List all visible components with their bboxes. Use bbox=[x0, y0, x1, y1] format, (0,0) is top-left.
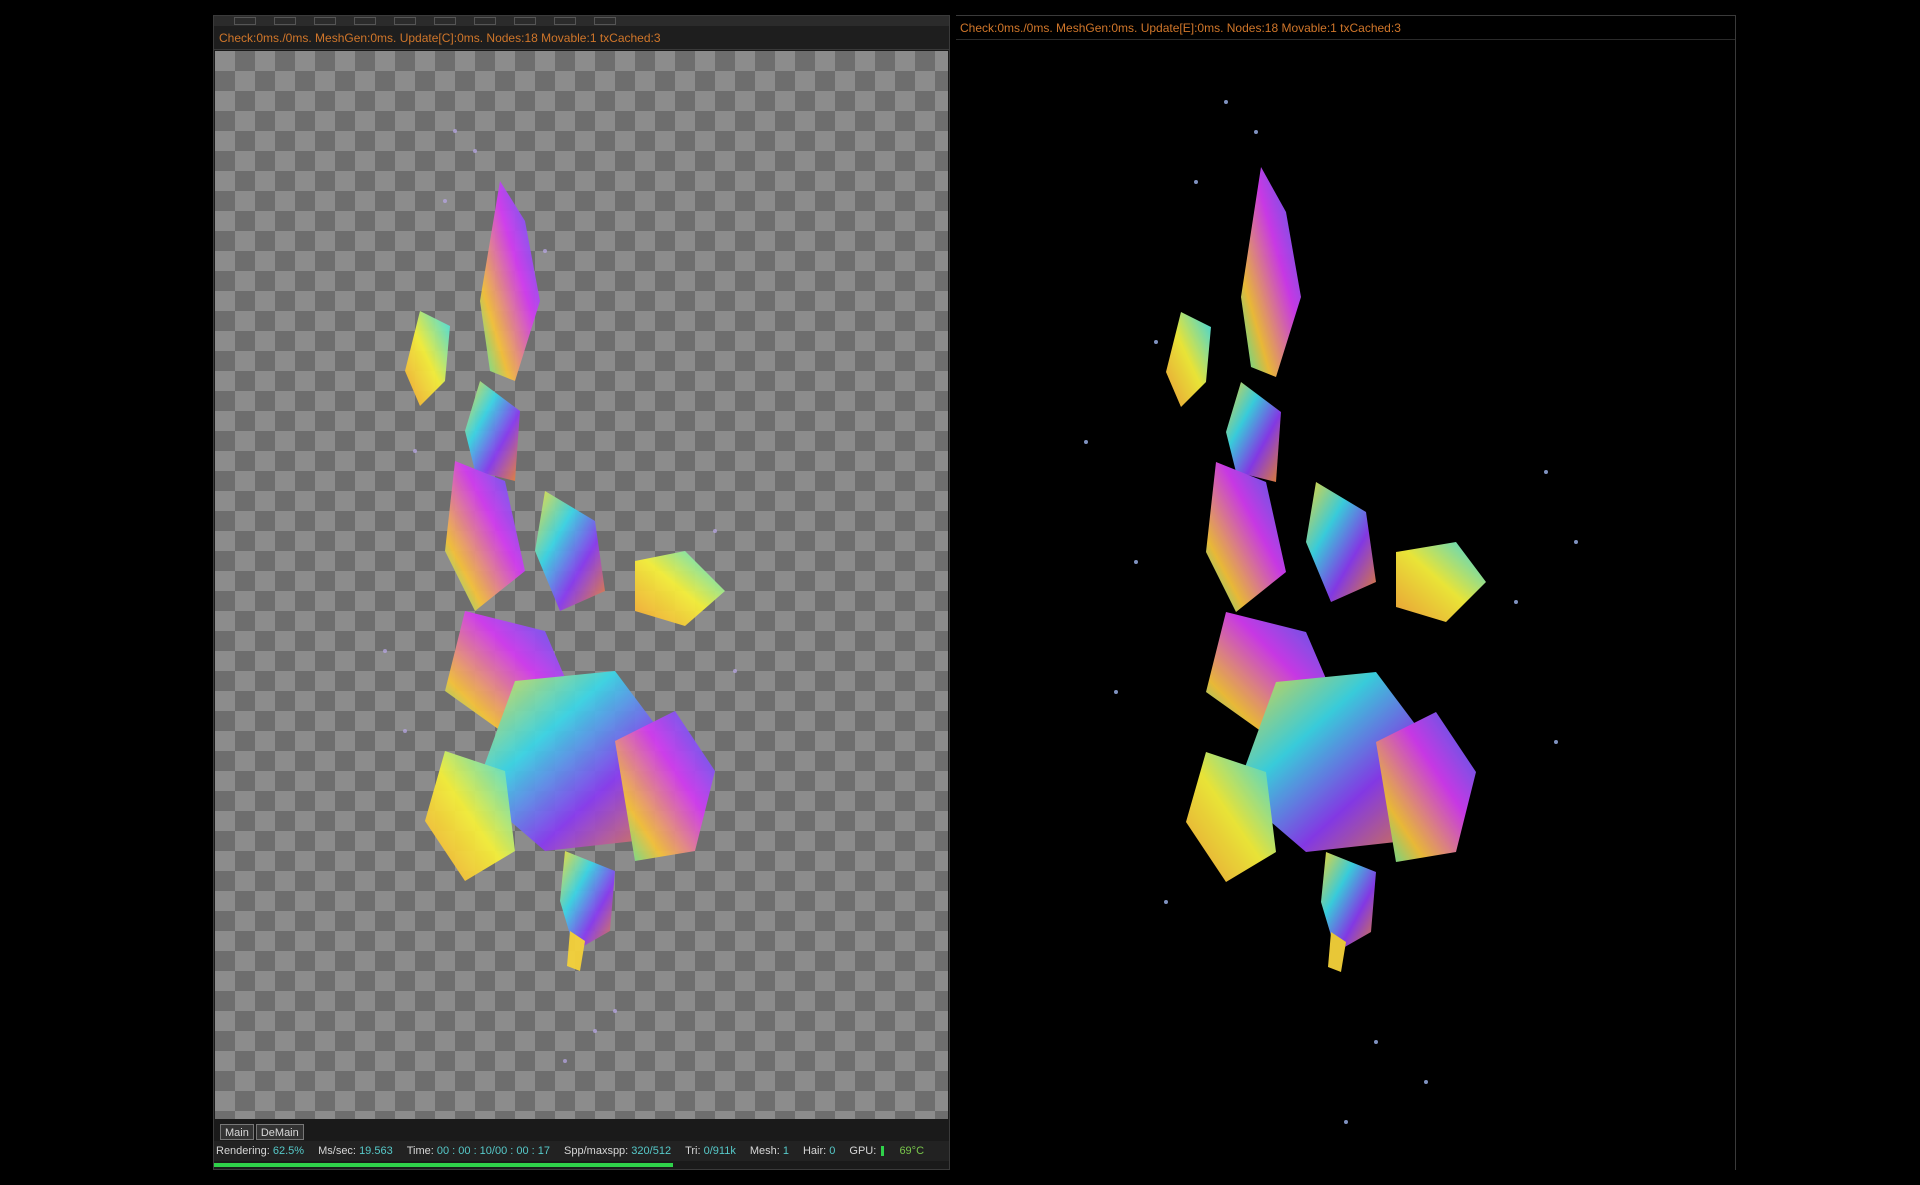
status-spp: Spp/maxspp: 320/512 bbox=[564, 1145, 672, 1157]
viewport-toolbar bbox=[214, 16, 949, 26]
status-mssec: Ms/sec: 19.563 bbox=[318, 1145, 393, 1157]
toolbar-button[interactable] bbox=[354, 17, 376, 25]
tab-demain[interactable]: DeMain bbox=[255, 1124, 304, 1140]
render-canvas-black[interactable] bbox=[956, 42, 1734, 1170]
toolbar-button[interactable] bbox=[314, 17, 336, 25]
render-progress-fill bbox=[214, 1163, 674, 1167]
status-time: Time: 00 : 00 : 10/00 : 00 : 17 bbox=[406, 1145, 551, 1157]
toolbar-button[interactable] bbox=[434, 17, 456, 25]
stats-readout-right: Check:0ms./0ms. MeshGen:0ms. Update[E]:0… bbox=[956, 16, 1735, 40]
render-image-right bbox=[1084, 100, 1578, 1124]
toolbar-button[interactable] bbox=[474, 17, 496, 25]
toolbar-button[interactable] bbox=[514, 17, 536, 25]
status-hair: Hair: 0 bbox=[802, 1145, 836, 1157]
status-mesh: Mesh: 1 bbox=[749, 1145, 789, 1157]
toolbar-button[interactable] bbox=[274, 17, 296, 25]
toolbar-button[interactable] bbox=[394, 17, 416, 25]
render-canvas-transparent[interactable] bbox=[215, 51, 948, 1119]
status-gpu: GPU: 69°C bbox=[849, 1145, 925, 1157]
status-tri: Tri: 0/911k bbox=[685, 1145, 736, 1157]
toolbar-button[interactable] bbox=[594, 17, 616, 25]
render-viewport-right[interactable]: Check:0ms./0ms. MeshGen:0ms. Update[E]:0… bbox=[956, 15, 1736, 1170]
toolbar-button[interactable] bbox=[554, 17, 576, 25]
render-image-left bbox=[383, 129, 737, 1063]
gpu-meter-icon bbox=[881, 1146, 885, 1157]
toolbar-button[interactable] bbox=[234, 17, 256, 25]
app-root: Check:0ms./0ms. MeshGen:0ms. Update[C]:0… bbox=[0, 0, 1920, 1185]
stats-readout-left: Check:0ms./0ms. MeshGen:0ms. Update[C]:0… bbox=[214, 26, 949, 50]
render-progress-bar bbox=[214, 1161, 949, 1169]
render-viewport-left[interactable]: Check:0ms./0ms. MeshGen:0ms. Update[C]:0… bbox=[213, 15, 950, 1170]
status-rendering: Rendering: 62.5% bbox=[216, 1145, 305, 1157]
render-status-bar: Rendering: 62.5% Ms/sec: 19.563 Time: 00… bbox=[214, 1141, 949, 1161]
tab-main[interactable]: Main bbox=[220, 1124, 254, 1140]
render-tabs: Main DeMain bbox=[220, 1124, 304, 1140]
